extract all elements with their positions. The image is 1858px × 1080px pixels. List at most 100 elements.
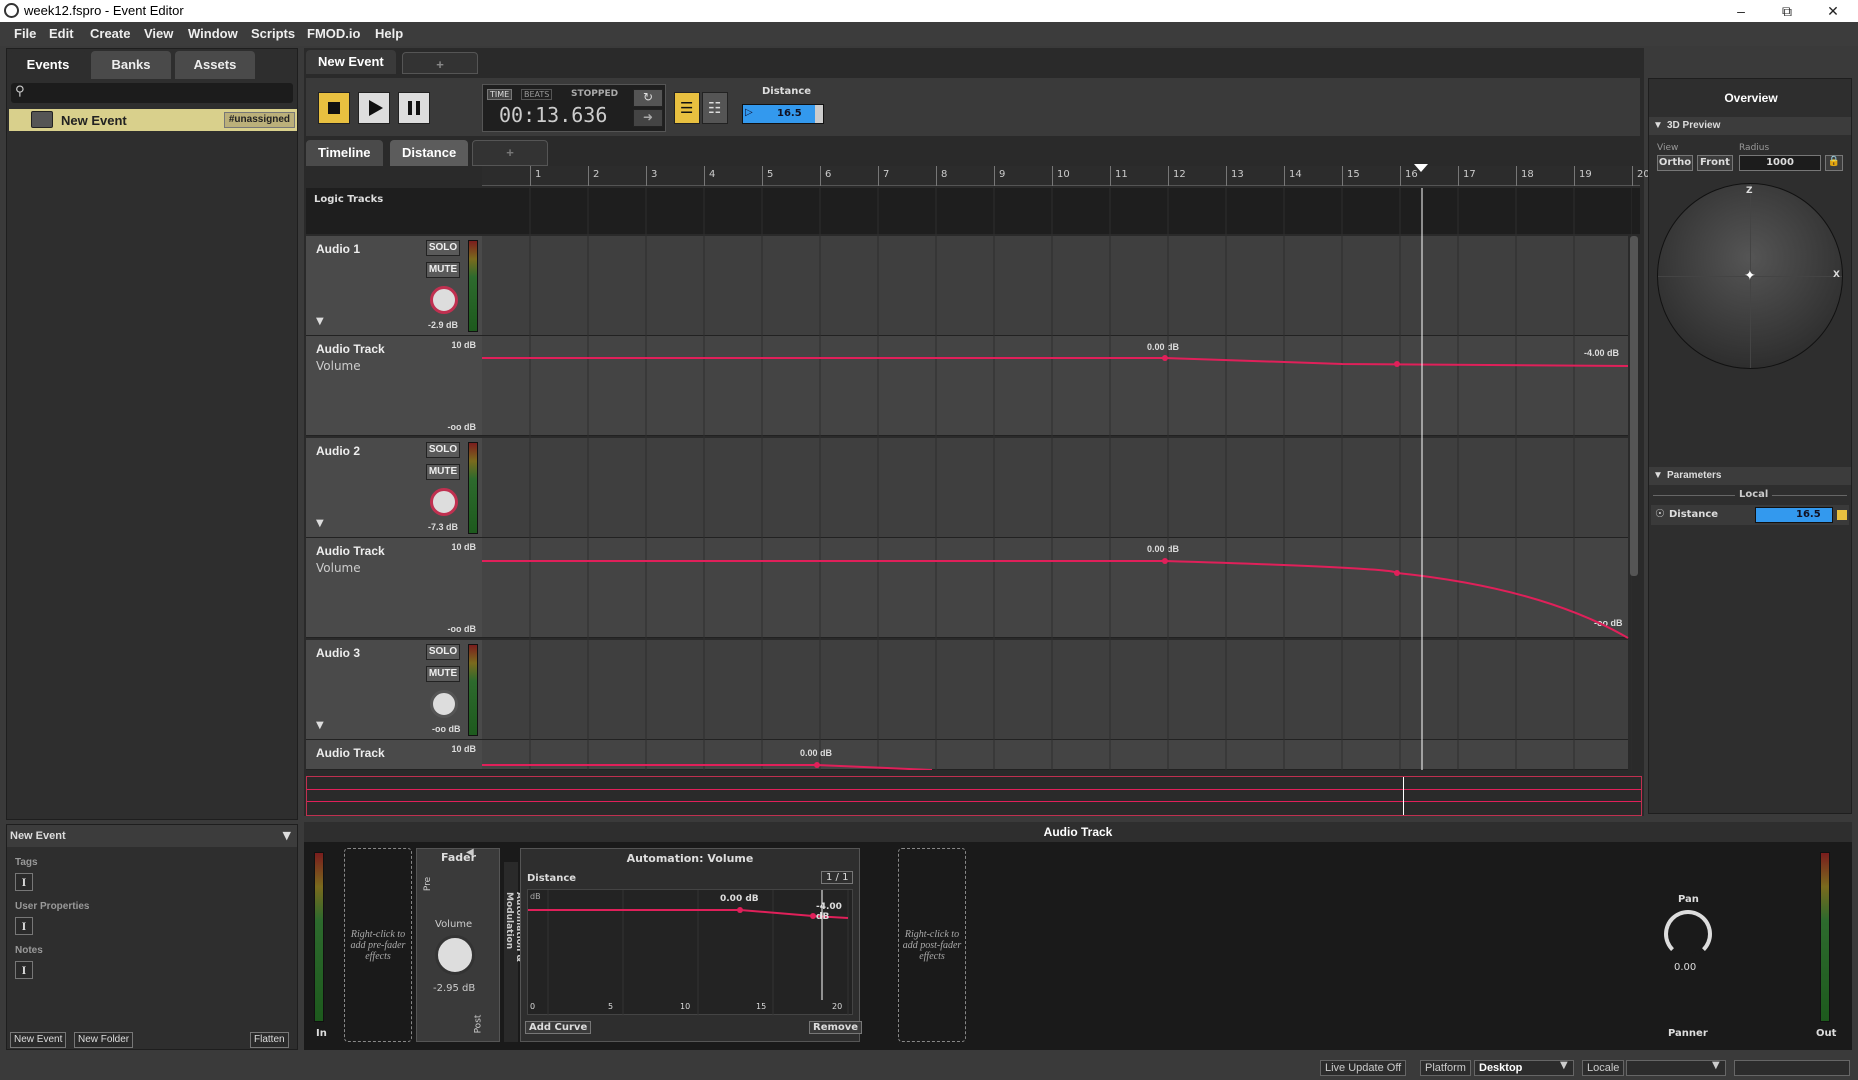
close-button[interactable]: ✕ [1810, 0, 1856, 22]
local-label: Local [1735, 489, 1773, 500]
tab-banks[interactable]: Banks [91, 51, 171, 79]
post-fader-effects-slot[interactable]: Right-click to add post-fader effects [898, 848, 966, 1042]
curve-page[interactable]: 1 / 1 [821, 871, 854, 884]
tab-assets[interactable]: Assets [175, 51, 255, 79]
chevron-down-icon[interactable]: ▼ [1653, 120, 1663, 131]
time-readout: 00:13.636 [499, 103, 608, 127]
menu-help[interactable]: Help [375, 26, 403, 41]
timeline-overview-strip[interactable] [306, 776, 1642, 816]
follow-icon[interactable]: ➜ [633, 109, 663, 127]
curve-point[interactable] [814, 762, 820, 768]
platform-select[interactable]: Desktop [1474, 1060, 1574, 1076]
solo-button[interactable]: SOLO [426, 644, 460, 660]
collapse-arrow-icon[interactable]: ◀ [466, 847, 474, 858]
new-event-button[interactable]: New Event [10, 1032, 67, 1048]
volume-value: -2.9 dB [428, 320, 459, 330]
volume-knob[interactable] [430, 690, 458, 718]
tab-timeline[interactable]: Timeline [306, 140, 383, 166]
3d-preview-sphere[interactable]: Z X ✦ [1657, 183, 1843, 369]
x-tick: 0 [530, 1002, 536, 1011]
post-label: Post [473, 1014, 484, 1034]
x-tick: 20 [832, 1002, 843, 1011]
tracks-view-button[interactable]: ☰ [674, 92, 700, 124]
automation-property: Volume [316, 359, 361, 373]
tags-edit-icon[interactable]: I [15, 873, 33, 891]
menu-scripts[interactable]: Scripts [251, 26, 295, 41]
locale-select[interactable] [1626, 1060, 1726, 1076]
volume-curve-1[interactable] [482, 357, 1629, 367]
expand-icon[interactable]: ▼ [316, 316, 324, 327]
tab-distance[interactable]: Distance [390, 140, 469, 166]
vertical-scrollbar[interactable] [1630, 236, 1638, 576]
search-input[interactable]: ⚲ [11, 83, 293, 103]
track-header-audio-3[interactable]: Audio 3 SOLO MUTE -oo dB ▼ [306, 640, 482, 740]
restore-button[interactable]: ⧉ [1764, 0, 1810, 22]
notes-edit-icon[interactable]: I [15, 961, 33, 979]
user-properties-edit-icon[interactable]: I [15, 917, 33, 935]
x-tick: 5 [608, 1002, 614, 1011]
expand-icon[interactable]: ▼ [316, 518, 324, 529]
curve-point[interactable] [1162, 355, 1168, 361]
mixer-view-button[interactable]: ☷ [702, 92, 728, 124]
track-header-audio-1[interactable]: Audio 1 SOLO MUTE -2.9 dB ▼ [306, 236, 482, 336]
play-icon [369, 100, 383, 116]
radius-input[interactable]: 1000 [1739, 155, 1821, 171]
title-bar: week12.fspro - Event Editor – ⧉ ✕ [0, 0, 1858, 22]
menu-edit[interactable]: Edit [49, 26, 74, 41]
menu-fmodio[interactable]: FMOD.io [307, 26, 360, 41]
tab-new-event[interactable]: New Event [306, 50, 396, 74]
overview-panel: Overview ▼ 3D Preview View Radius Ortho … [1648, 78, 1852, 814]
ortho-button[interactable]: Ortho [1657, 155, 1693, 171]
track-header-audio-2[interactable]: Audio 2 SOLO MUTE -7.3 dB ▼ [306, 438, 482, 538]
loop-icon[interactable]: ↻ [633, 89, 663, 107]
bank-tag[interactable]: #unassigned [223, 112, 295, 128]
volume-knob[interactable] [430, 286, 458, 314]
new-folder-button[interactable]: New Folder [74, 1032, 134, 1048]
flatten-button[interactable]: Flatten [250, 1032, 289, 1048]
mute-button[interactable]: MUTE [426, 666, 460, 682]
tab-events[interactable]: Events [9, 51, 87, 79]
menu-file[interactable]: File [14, 26, 36, 41]
fader-volume-knob[interactable] [435, 935, 475, 975]
track-meter [468, 644, 478, 736]
volume-knob[interactable] [430, 488, 458, 516]
live-update-button[interactable]: Live Update Off [1320, 1060, 1407, 1076]
pan-knob[interactable] [1664, 910, 1712, 958]
curve-point[interactable] [1394, 570, 1400, 576]
menu-create[interactable]: Create [90, 26, 130, 41]
pre-fader-hint: Right-click to add pre-fader effects [350, 929, 406, 962]
mute-button[interactable]: MUTE [426, 262, 460, 278]
parameter-slider[interactable]: 16.5 [1755, 507, 1833, 523]
volume-curve-3[interactable] [482, 764, 933, 770]
event-list-item[interactable]: New Event #unassigned [9, 109, 297, 131]
automation-curve-graph[interactable]: dB 0.00 dB -4.00 dB 0 5 10 15 20 [527, 889, 853, 1016]
add-event-tab-button[interactable]: + [402, 52, 478, 74]
parameter-slider[interactable]: ▷ 16.5 [742, 104, 824, 124]
solo-button[interactable]: SOLO [426, 442, 460, 458]
playhead-marker-icon[interactable] [1414, 164, 1428, 172]
minimize-button[interactable]: – [1718, 0, 1764, 22]
play-button[interactable] [358, 92, 390, 124]
menu-view[interactable]: View [144, 26, 173, 41]
mute-button[interactable]: MUTE [426, 464, 460, 480]
menu-window[interactable]: Window [188, 26, 238, 41]
solo-button[interactable]: SOLO [426, 240, 460, 256]
chevron-down-icon[interactable]: ▼ [1653, 470, 1663, 481]
time-mode-button[interactable]: TIME [487, 89, 513, 100]
stop-button[interactable] [318, 92, 350, 124]
add-curve-button[interactable]: Add Curve [525, 1021, 592, 1034]
volume-curve-2[interactable] [482, 560, 1629, 639]
timeline-ruler[interactable]: 1 2 3 4 5 6 7 8 9 10 11 12 13 14 15 16 17 18 19 20 [482, 166, 1650, 186]
remove-curve-button[interactable]: Remove [809, 1021, 863, 1034]
parameter-row[interactable]: ☉ Distance 16.5 [1651, 505, 1849, 525]
collapse-icon[interactable]: ▼ [283, 829, 291, 842]
pre-fader-effects-slot[interactable]: Right-click to add pre-fader effects [344, 848, 412, 1042]
add-sheet-tab-button[interactable]: + [472, 140, 548, 166]
front-button[interactable]: Front [1697, 155, 1733, 171]
expand-icon[interactable]: ▼ [316, 720, 324, 731]
curve-point[interactable] [1162, 558, 1168, 564]
lock-icon[interactable]: 🔒 [1825, 155, 1843, 171]
beats-mode-button[interactable]: BEATS [521, 89, 553, 100]
pause-button[interactable] [398, 92, 430, 124]
curve-point[interactable] [1394, 361, 1400, 367]
